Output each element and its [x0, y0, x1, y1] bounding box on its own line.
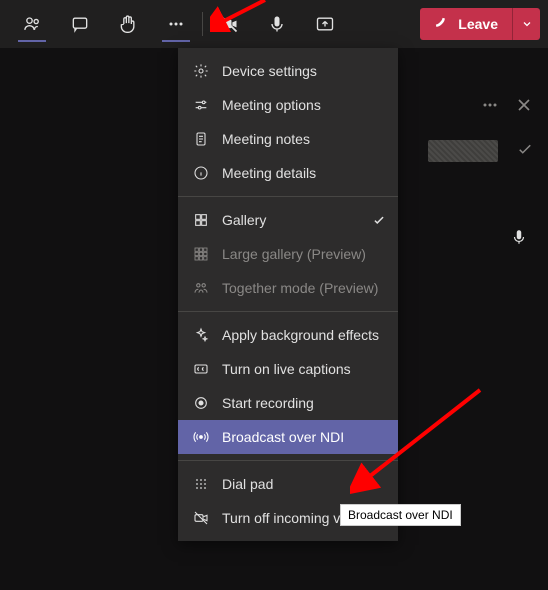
checkmark-icon	[372, 213, 386, 227]
menu-section-layout: Gallery Large gallery (Preview) Together…	[178, 197, 398, 311]
chevron-down-icon	[521, 18, 533, 30]
sliders-icon	[192, 96, 210, 114]
more-actions-button[interactable]	[152, 0, 200, 48]
menu-label: Start recording	[222, 395, 314, 411]
dialpad-icon	[192, 475, 210, 493]
video-off-icon	[192, 509, 210, 527]
menu-label: Meeting notes	[222, 131, 310, 147]
cc-icon	[192, 360, 210, 378]
menu-meeting-details[interactable]: Meeting details	[178, 156, 398, 190]
menu-label: Broadcast over NDI	[222, 429, 344, 445]
camera-off-icon	[219, 14, 239, 34]
meeting-toolbar: Leave	[0, 0, 548, 48]
menu-section-settings: Device settings Meeting options Meeting …	[178, 48, 398, 196]
participant-header-controls	[480, 95, 534, 115]
record-icon	[192, 394, 210, 412]
microphone-icon	[510, 228, 528, 246]
together-icon	[192, 279, 210, 297]
menu-section-call: Dial pad Turn off incoming video	[178, 461, 398, 541]
leave-options-button[interactable]	[512, 8, 540, 40]
info-icon	[192, 164, 210, 182]
menu-live-captions[interactable]: Turn on live captions	[178, 352, 398, 386]
menu-section-features: Apply background effects Turn on live ca…	[178, 312, 398, 460]
menu-background-effects[interactable]: Apply background effects	[178, 318, 398, 352]
hangup-icon	[434, 16, 450, 32]
gear-icon	[192, 62, 210, 80]
share-button[interactable]	[301, 0, 349, 48]
notes-icon	[192, 130, 210, 148]
raise-hand-button[interactable]	[104, 0, 152, 48]
menu-label: Gallery	[222, 212, 266, 228]
microphone-button[interactable]	[253, 0, 301, 48]
menu-meeting-options[interactable]: Meeting options	[178, 88, 398, 122]
menu-gallery[interactable]: Gallery	[178, 203, 398, 237]
microphone-icon	[267, 14, 287, 34]
menu-device-settings[interactable]: Device settings	[178, 54, 398, 88]
tooltip: Broadcast over NDI	[340, 504, 461, 526]
grid-large-icon	[192, 245, 210, 263]
menu-label: Turn on live captions	[222, 361, 351, 377]
menu-label: Together mode (Preview)	[222, 280, 378, 296]
participant-more-button[interactable]	[480, 95, 500, 115]
close-icon	[514, 95, 534, 115]
people-icon	[22, 14, 42, 34]
menu-broadcast-ndi[interactable]: Broadcast over NDI	[178, 420, 398, 454]
participants-button[interactable]	[8, 0, 56, 48]
menu-label: Meeting details	[222, 165, 316, 181]
leave-label: Leave	[458, 16, 498, 32]
menu-large-gallery: Large gallery (Preview)	[178, 237, 398, 271]
chat-button[interactable]	[56, 0, 104, 48]
broadcast-icon	[192, 428, 210, 446]
leave-group: Leave	[420, 8, 540, 40]
checkmark-icon	[516, 140, 534, 158]
leave-button[interactable]: Leave	[420, 16, 512, 32]
grid-icon	[192, 211, 210, 229]
menu-label: Dial pad	[222, 476, 273, 492]
menu-label: Large gallery (Preview)	[222, 246, 366, 262]
participant-name-placeholder	[428, 140, 498, 162]
share-screen-icon	[315, 14, 335, 34]
menu-meeting-notes[interactable]: Meeting notes	[178, 122, 398, 156]
toolbar-separator	[202, 12, 203, 36]
menu-label: Meeting options	[222, 97, 321, 113]
more-actions-menu: Device settings Meeting options Meeting …	[178, 48, 398, 541]
close-panel-button[interactable]	[514, 95, 534, 115]
ellipsis-icon	[166, 14, 186, 34]
hand-icon	[118, 14, 138, 34]
ellipsis-icon	[480, 95, 500, 115]
participant-mic-button[interactable]	[510, 228, 528, 251]
menu-start-recording[interactable]: Start recording	[178, 386, 398, 420]
menu-label: Apply background effects	[222, 327, 379, 343]
chat-icon	[70, 14, 90, 34]
menu-label: Device settings	[222, 63, 317, 79]
menu-together-mode: Together mode (Preview)	[178, 271, 398, 305]
participant-check	[516, 140, 534, 163]
camera-button[interactable]	[205, 0, 253, 48]
sparkle-icon	[192, 326, 210, 344]
menu-dial-pad[interactable]: Dial pad	[178, 467, 398, 501]
